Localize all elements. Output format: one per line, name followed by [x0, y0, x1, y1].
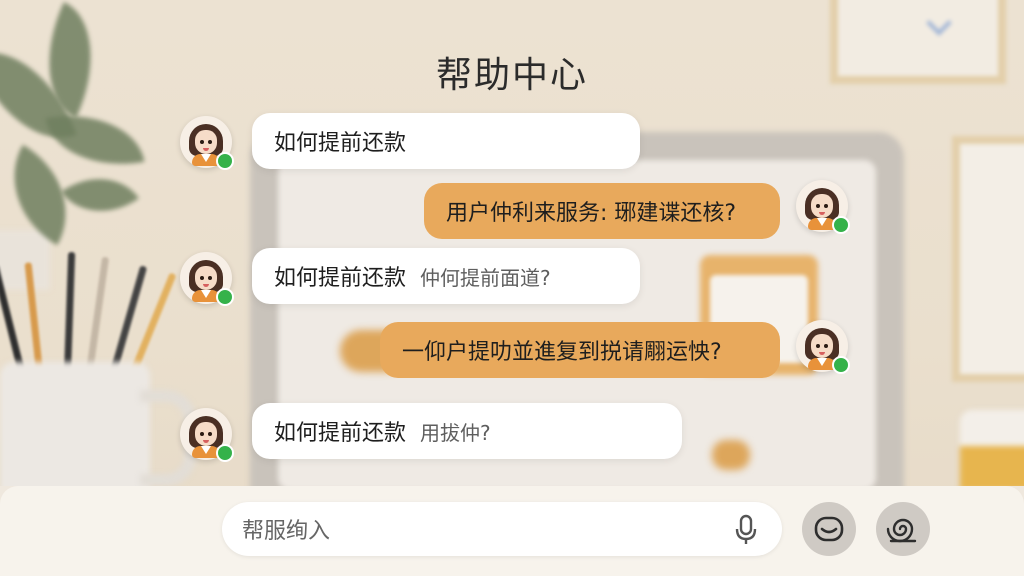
background-plant-pot	[0, 230, 50, 290]
message-bubble-user: 一仰户提叻並進复到捝请翢运怏?	[380, 322, 780, 378]
smiley-icon	[814, 516, 844, 542]
microphone-icon[interactable]	[734, 514, 758, 546]
message-text: 用户仲利来服务: 琊建谍还核?	[446, 201, 737, 226]
online-status-dot	[832, 356, 850, 374]
attach-button[interactable]	[876, 502, 930, 556]
page-title: 帮助中心	[435, 55, 588, 96]
message-bubble-agent: 如何提前还款 用拔仲?	[252, 403, 682, 459]
message-extra-text: 用拔仲?	[420, 420, 491, 445]
online-status-dot	[832, 216, 850, 234]
message-bubble-user: 用户仲利来服务: 琊建谍还核?	[424, 183, 780, 239]
agent-avatar	[180, 116, 234, 170]
background-mug	[0, 362, 150, 502]
message-input-placeholder: 帮服绚入	[242, 519, 331, 544]
message-extra-text: 仲何提前面道?	[420, 265, 551, 290]
online-status-dot	[216, 288, 234, 306]
message-input[interactable]: 帮服绚入	[222, 502, 782, 556]
message-text: 如何提前还款	[274, 421, 407, 446]
emoji-button[interactable]	[802, 502, 856, 556]
background-picture-frame-right	[952, 136, 1024, 382]
agent-avatar	[180, 408, 234, 462]
message-text: 一仰户提叻並進复到捝请翢运怏?	[402, 340, 722, 365]
spiral-icon	[886, 518, 917, 543]
message-bubble-agent: 如何提前还款	[252, 113, 640, 169]
online-status-dot	[216, 444, 234, 462]
user-avatar	[796, 320, 850, 374]
background-speech-shape-small	[712, 440, 750, 470]
user-avatar	[796, 180, 850, 234]
online-status-dot	[216, 152, 234, 170]
message-text: 如何提前还款	[274, 266, 407, 291]
agent-avatar	[180, 252, 234, 306]
message-bubble-agent: 如何提前还款 仲何提前面道?	[252, 248, 640, 304]
message-text: 如何提前还款	[274, 131, 407, 156]
